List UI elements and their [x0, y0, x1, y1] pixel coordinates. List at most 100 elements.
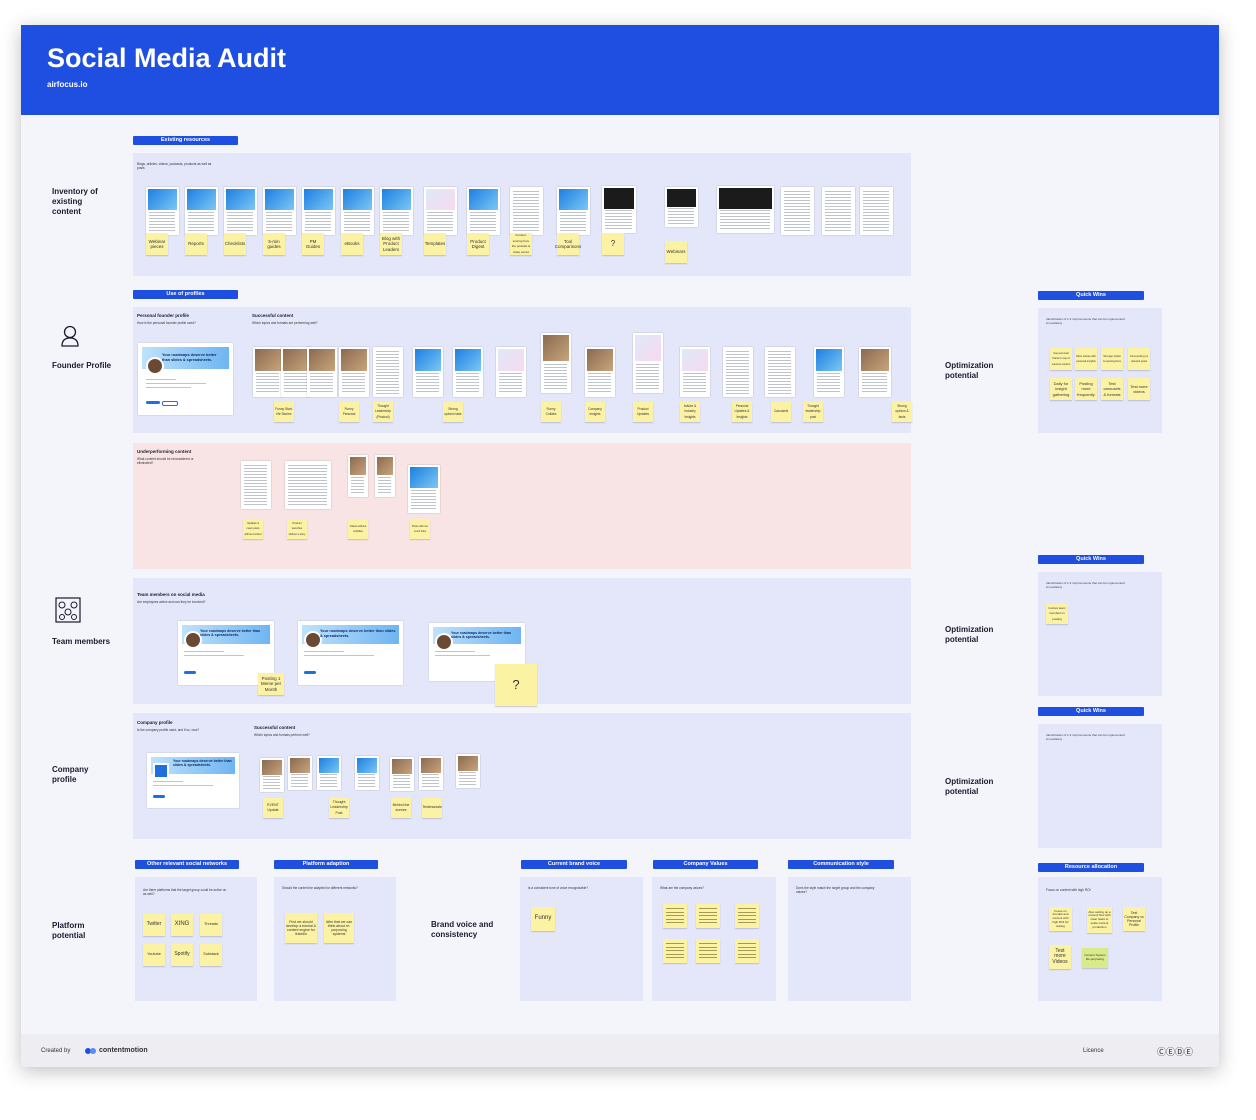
sticky-note[interactable]: eBooks — [341, 233, 363, 255]
content-post-card[interactable] — [413, 347, 443, 397]
content-post-card[interactable] — [380, 187, 413, 235]
content-post-card[interactable] — [510, 187, 543, 235]
sticky-note[interactable]: Strong opinion & facts — [892, 402, 912, 422]
content-post-card[interactable] — [456, 754, 480, 788]
sticky-note[interactable]: Webinar pieces — [146, 233, 168, 255]
content-post-card[interactable] — [185, 187, 218, 235]
content-post-card[interactable] — [241, 461, 271, 509]
content-post-card[interactable] — [585, 347, 615, 397]
sticky-note[interactable]: After that we can think about re-purposi… — [324, 913, 354, 943]
content-post-card[interactable] — [496, 347, 526, 397]
content-post-card[interactable] — [859, 347, 891, 397]
sticky-note[interactable]: Substack — [200, 944, 222, 966]
sticky-note[interactable]: Daily for insight gathering — [1050, 378, 1072, 400]
sticky-note[interactable]: Test more Videos — [1049, 945, 1071, 969]
sticky-note[interactable] — [696, 939, 720, 963]
sticky-note[interactable]: Posts with too much links — [410, 519, 430, 539]
content-post-card[interactable] — [602, 186, 636, 233]
sticky-note[interactable]: Stronger hooks & opening lines — [1101, 348, 1123, 370]
sticky-note[interactable]: Also setting up a content flow with clea… — [1087, 907, 1112, 933]
sticky-note[interactable]: PM Guides — [302, 233, 324, 255]
content-post-card[interactable] — [633, 333, 663, 393]
sticky-note[interactable]: EVENT Update — [263, 798, 283, 818]
sticky-note[interactable]: Content System Re-purposing — [1082, 948, 1108, 968]
sticky-note[interactable]: Test carousels & formats — [1101, 378, 1123, 400]
content-post-card[interactable] — [260, 758, 284, 792]
sticky-note[interactable]: Webinars — [665, 241, 687, 263]
content-post-card[interactable] — [146, 187, 179, 235]
content-post-card[interactable] — [263, 187, 296, 235]
content-post-card[interactable] — [814, 347, 844, 397]
content-post-card[interactable] — [765, 347, 795, 397]
content-post-card[interactable] — [253, 347, 283, 397]
sticky-note[interactable]: Personal Updates & Insights — [732, 402, 752, 422]
content-post-card[interactable] — [390, 757, 414, 791]
content-post-card[interactable] — [348, 455, 368, 497]
sticky-note[interactable] — [735, 939, 759, 963]
sticky-note[interactable] — [735, 904, 759, 928]
content-post-card[interactable] — [860, 187, 893, 235]
sticky-note[interactable]: Product launches without a story — [287, 519, 307, 539]
content-post-card[interactable] — [419, 756, 443, 790]
content-post-card[interactable] — [680, 347, 710, 397]
sticky-note[interactable]: Thought Leadership Post — [329, 798, 349, 818]
sticky-note[interactable]: Posting 1 Meme per Month — [258, 673, 284, 695]
sticky-note-question[interactable]: ? — [495, 664, 537, 706]
sticky-note[interactable]: Commenting on relevant posts — [1128, 348, 1150, 370]
sticky-note[interactable]: Behind the scenes — [391, 798, 411, 818]
sticky-note[interactable]: Carousels — [771, 402, 791, 422]
sticky-note[interactable]: Funny Start-life Stories — [274, 402, 294, 422]
content-post-card[interactable] — [375, 455, 395, 497]
content-post-card[interactable] — [467, 187, 500, 235]
sticky-note[interactable]: Updates & news posts without context — [243, 519, 263, 539]
sticky-note[interactable]: Posting more frequently — [1075, 378, 1097, 400]
content-post-card[interactable] — [224, 187, 257, 235]
content-post-card[interactable] — [665, 187, 698, 227]
sticky-note[interactable]: Blog with Product Leaders — [380, 233, 402, 255]
sticky-note[interactable]: First we should develop a tutorial & con… — [285, 913, 317, 943]
content-post-card[interactable] — [307, 347, 337, 397]
content-post-card[interactable] — [541, 333, 571, 393]
sticky-note[interactable]: Tool Comparisons — [555, 233, 581, 255]
sticky-note[interactable]: Involve team members in posting — [1046, 604, 1068, 624]
sticky-note[interactable]: ? — [602, 233, 624, 255]
content-post-card[interactable] — [822, 187, 855, 235]
sticky-note[interactable] — [696, 904, 720, 928]
content-post-card[interactable] — [317, 756, 341, 790]
sticky-note[interactable]: 5-min guides — [263, 233, 285, 255]
sticky-note[interactable] — [663, 939, 687, 963]
sticky-note[interactable]: Funny — [531, 907, 555, 931]
sticky-note[interactable]: Test Company vs Personal Profile — [1123, 907, 1145, 931]
sticky-note[interactable]: Thought leadership post — [803, 402, 823, 422]
content-post-card[interactable] — [781, 187, 814, 235]
sticky-note[interactable]: Spotify — [171, 944, 193, 966]
sticky-note[interactable]: Threads — [200, 914, 222, 936]
content-post-card[interactable] — [339, 347, 369, 397]
content-post-card[interactable] — [355, 756, 379, 790]
sticky-note[interactable]: Strong opinion take — [443, 402, 463, 422]
sticky-note[interactable] — [663, 904, 687, 928]
sticky-note[interactable]: Product Digest — [467, 233, 489, 255]
sticky-note[interactable]: Thought Leadership (Product) — [373, 402, 393, 422]
content-post-card[interactable] — [424, 187, 457, 235]
content-post-card[interactable] — [285, 461, 331, 509]
sticky-note[interactable]: Testimonials — [422, 798, 442, 818]
contentmotion-brand[interactable]: contentmotion — [99, 1047, 148, 1054]
sticky-note[interactable]: Product Updates — [633, 402, 653, 422]
sticky-note[interactable]: Company Insights — [585, 402, 605, 422]
content-post-card[interactable] — [302, 187, 335, 235]
sticky-note[interactable]: Focus on formats and content with high R… — [1049, 907, 1072, 931]
sticky-note[interactable]: Checklists — [224, 233, 246, 255]
sticky-note[interactable]: Advice & Industry Insights — [680, 402, 700, 422]
sticky-note[interactable]: Test more videos — [1128, 378, 1150, 400]
sticky-note[interactable]: Videos without subtitles — [348, 519, 368, 539]
content-post-card[interactable] — [288, 756, 312, 790]
content-post-card[interactable] — [373, 347, 403, 397]
sticky-note[interactable]: XING — [171, 914, 193, 936]
content-post-card[interactable] — [453, 347, 483, 397]
sticky-note[interactable]: Funny Personal — [339, 402, 359, 422]
team-profile-card-2[interactable]: Your roadmaps deserve better than slides… — [298, 621, 403, 685]
sticky-note[interactable]: Use personal brand on top of success con… — [1050, 348, 1072, 370]
sticky-note[interactable]: Funny Collabs — [541, 402, 561, 422]
sticky-note[interactable]: Templates — [424, 233, 446, 255]
